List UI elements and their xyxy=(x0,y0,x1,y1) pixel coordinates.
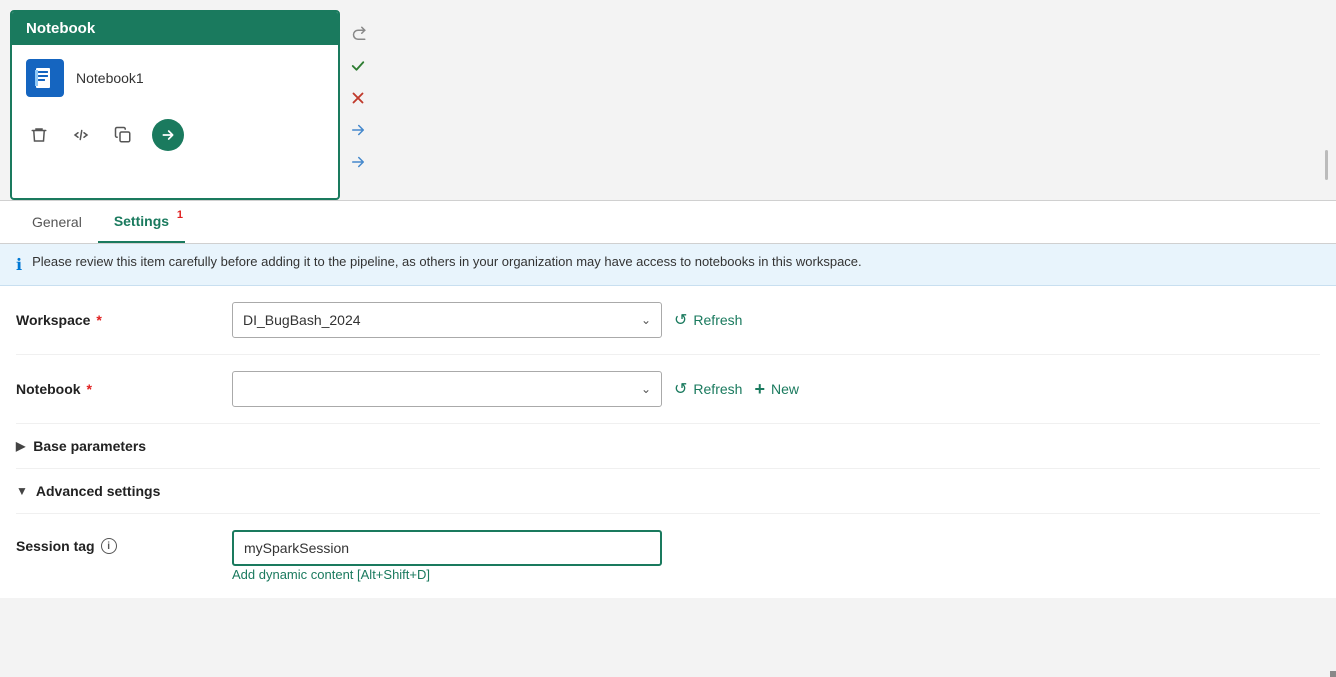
workspace-row: Workspace * DI_BugBash_2024 ⌄ ↺ Refresh xyxy=(16,286,1320,355)
session-tag-label: Session tag i xyxy=(16,530,216,554)
notebook-new-icon: + xyxy=(754,379,765,400)
top-section: Notebook Notebook1 xyxy=(0,0,1336,200)
session-tag-row: Session tag i Add dynamic content [Alt+S… xyxy=(16,514,1320,598)
workspace-refresh-button[interactable]: ↺ Refresh xyxy=(674,310,742,330)
advanced-settings-label: Advanced settings xyxy=(36,483,160,499)
base-parameters-label: Base parameters xyxy=(33,438,146,454)
resize-handle[interactable] xyxy=(1330,671,1336,677)
delete-button[interactable] xyxy=(26,122,52,148)
notebook-label: Notebook * xyxy=(16,381,216,397)
session-tag-group: Add dynamic content [Alt+Shift+D] xyxy=(232,530,1320,582)
settings-tab-badge: 1 xyxy=(177,209,183,221)
info-icon: ℹ xyxy=(16,255,22,275)
code-button[interactable] xyxy=(68,122,94,148)
notebook-card-body: Notebook1 xyxy=(12,45,338,161)
advanced-settings-chevron: ▼ xyxy=(16,484,28,498)
session-tag-info-icon[interactable]: i xyxy=(101,538,117,554)
notebook-row: Notebook * ⌄ ↺ Refresh + New xyxy=(16,355,1320,424)
dynamic-content-link[interactable]: Add dynamic content [Alt+Shift+D] xyxy=(232,567,430,582)
workspace-value: DI_BugBash_2024 xyxy=(243,312,361,328)
arrow-right-2-icon[interactable] xyxy=(344,148,372,176)
tab-settings[interactable]: Settings 1 xyxy=(98,201,185,243)
notebook-card-title: Notebook xyxy=(12,12,338,45)
notebook-refresh-icon: ↺ xyxy=(674,379,687,399)
notebook-dropdown-arrow: ⌄ xyxy=(641,382,651,396)
notebook-file-icon xyxy=(26,59,64,97)
notebook-item-name: Notebook1 xyxy=(76,70,144,86)
check-icon[interactable] xyxy=(344,52,372,80)
advanced-settings-header[interactable]: ▼ Advanced settings xyxy=(16,469,1320,514)
workspace-dropdown[interactable]: DI_BugBash_2024 ⌄ xyxy=(232,302,662,338)
workspace-label: Workspace * xyxy=(16,312,216,328)
info-message: Please review this item carefully before… xyxy=(32,254,862,269)
notebook-item: Notebook1 xyxy=(26,59,324,97)
go-button[interactable] xyxy=(152,119,184,151)
side-buttons xyxy=(344,10,372,176)
workspace-dropdown-arrow: ⌄ xyxy=(641,313,651,327)
workspace-required: * xyxy=(92,312,101,328)
info-banner: ℹ Please review this item carefully befo… xyxy=(0,244,1336,286)
session-tag-input[interactable] xyxy=(232,530,662,566)
workspace-refresh-icon: ↺ xyxy=(674,310,687,330)
arrow-right-icon[interactable] xyxy=(344,116,372,144)
workspace-controls: DI_BugBash_2024 ⌄ ↺ Refresh xyxy=(232,302,1320,338)
base-parameters-header[interactable]: ▶ Base parameters xyxy=(16,424,1320,469)
tab-general[interactable]: General xyxy=(16,202,98,242)
notebook-dropdown[interactable]: ⌄ xyxy=(232,371,662,407)
notebook-controls: ⌄ ↺ Refresh + New xyxy=(232,371,1320,407)
tabs-section: General Settings 1 xyxy=(0,201,1336,244)
settings-panel: ℹ Please review this item carefully befo… xyxy=(0,244,1336,598)
copy-button[interactable] xyxy=(110,122,136,148)
notebook-required: * xyxy=(83,381,92,397)
form-section: Workspace * DI_BugBash_2024 ⌄ ↺ Refresh xyxy=(0,286,1336,598)
base-parameters-chevron: ▶ xyxy=(16,439,25,453)
redo-icon[interactable] xyxy=(344,20,372,48)
notebook-refresh-button[interactable]: ↺ Refresh xyxy=(674,379,742,399)
scrollbar[interactable] xyxy=(1325,150,1328,180)
notebook-card: Notebook Notebook1 xyxy=(10,10,340,200)
close-icon[interactable] xyxy=(344,84,372,112)
notebook-actions xyxy=(26,115,324,151)
main-container: Notebook Notebook1 xyxy=(0,0,1336,677)
notebook-new-button[interactable]: + New xyxy=(754,379,799,400)
